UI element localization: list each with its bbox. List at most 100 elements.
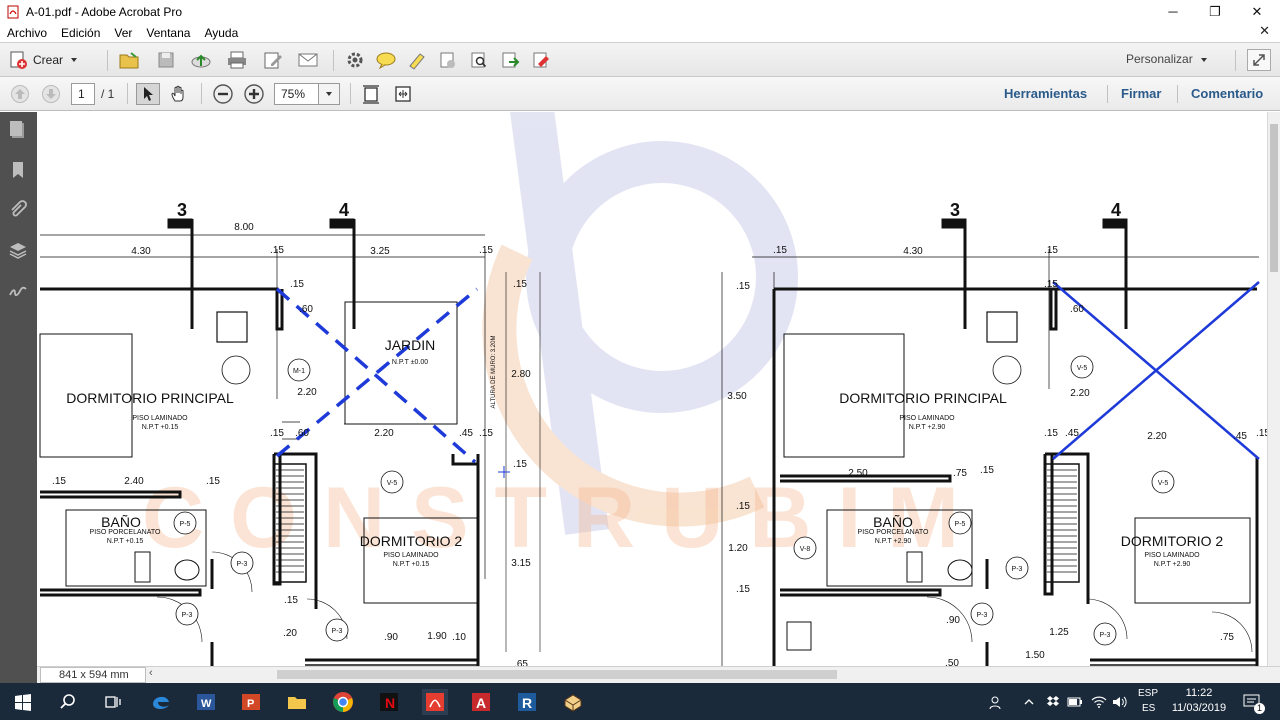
dimension-label: .15 xyxy=(479,428,493,439)
room-floor: PISO LAMINADO xyxy=(132,415,188,422)
search-icon[interactable] xyxy=(55,689,81,715)
door-window-tag: P-3 xyxy=(1100,632,1111,639)
acrobat-taskbar-icon[interactable] xyxy=(422,689,448,715)
cloud-upload-icon[interactable] xyxy=(189,49,213,71)
layers-icon[interactable] xyxy=(8,240,28,260)
page-thumbnails-icon[interactable] xyxy=(8,120,28,140)
volume-icon[interactable] xyxy=(1111,683,1129,720)
dimension-label: 2.20 xyxy=(297,387,317,398)
dimension-label: .15 xyxy=(773,245,787,256)
menu-archivo[interactable]: Archivo xyxy=(7,26,47,40)
dimension-label: .15 xyxy=(290,279,304,290)
wifi-icon[interactable] xyxy=(1090,683,1108,720)
export-icon[interactable] xyxy=(498,49,522,71)
menu-ventana[interactable]: Ventana xyxy=(146,26,190,40)
comment-link[interactable]: Comentario xyxy=(1191,86,1263,101)
scroll-left-icon[interactable]: ‹ xyxy=(149,667,153,679)
dimension-label: .15 xyxy=(513,459,527,470)
horizontal-scrollbar-thumb[interactable] xyxy=(277,670,837,679)
search-document-icon[interactable] xyxy=(467,49,491,71)
file-explorer-icon[interactable] xyxy=(284,689,310,715)
room-name: DORMITORIO PRINCIPAL xyxy=(839,390,1007,406)
fullscreen-icon[interactable] xyxy=(391,83,415,105)
notifications-icon[interactable]: 1 xyxy=(1240,683,1266,720)
sketchup-icon[interactable] xyxy=(560,689,586,715)
windows-start-icon[interactable] xyxy=(10,689,36,715)
task-view-icon[interactable] xyxy=(100,689,126,715)
attachments-icon[interactable] xyxy=(8,200,28,220)
comment-icon[interactable] xyxy=(374,49,398,71)
chevron-up-icon[interactable] xyxy=(1020,683,1038,720)
dimension-label: 2.20 xyxy=(1147,431,1167,442)
dimension-label: .75 xyxy=(1220,632,1234,643)
dimension-label: 8.00 xyxy=(234,222,254,233)
vertical-scrollbar[interactable] xyxy=(1267,112,1280,666)
dimension-label: 1.25 xyxy=(1049,627,1069,638)
bookmarks-icon[interactable] xyxy=(8,160,28,180)
autocad-icon[interactable]: A xyxy=(468,689,494,715)
document-viewport[interactable]: CONSTRUBIM 3 4 3 4 8.00 4.30 .15 3.25 .1… xyxy=(37,112,1267,666)
open-icon[interactable] xyxy=(117,49,141,71)
zoom-in-icon[interactable] xyxy=(242,83,266,105)
previous-page-icon[interactable] xyxy=(8,83,32,105)
customize-dropdown[interactable]: Personalizar xyxy=(1126,52,1207,66)
document-close-icon[interactable]: ✕ xyxy=(1259,23,1270,39)
fit-page-icon[interactable] xyxy=(359,83,383,105)
dimension-label: .15 xyxy=(1256,428,1267,439)
select-tool-icon[interactable] xyxy=(136,83,160,105)
dropbox-icon[interactable] xyxy=(1044,683,1062,720)
stamp-icon[interactable] xyxy=(436,49,460,71)
zoom-out-icon[interactable] xyxy=(211,83,235,105)
create-button[interactable]: Crear xyxy=(8,48,78,72)
zoom-dropdown-button[interactable] xyxy=(318,83,340,105)
toolbar-divider xyxy=(350,83,351,104)
sign-link[interactable]: Firmar xyxy=(1121,86,1161,101)
watermark xyxy=(482,112,798,535)
maximize-button[interactable]: ❐ xyxy=(1192,0,1238,23)
signatures-icon[interactable] xyxy=(8,280,28,300)
minimize-button[interactable]: ─ xyxy=(1150,0,1196,23)
axis-marker-4-right xyxy=(1102,218,1128,229)
room-name: BAÑO xyxy=(101,514,141,530)
hand-tool-icon[interactable] xyxy=(167,83,191,105)
axis-marker-4 xyxy=(329,218,355,229)
menu-ayuda[interactable]: Ayuda xyxy=(204,26,238,40)
powerpoint-icon[interactable]: P xyxy=(238,689,264,715)
room-level: N.P.T +0.15 xyxy=(393,561,430,568)
email-icon[interactable] xyxy=(296,49,320,71)
gear-icon[interactable] xyxy=(343,49,367,71)
edge-icon[interactable] xyxy=(148,689,174,715)
sign-icon[interactable] xyxy=(529,49,553,71)
people-icon[interactable] xyxy=(986,683,1008,720)
door-window-tag: P-3 xyxy=(237,561,248,568)
expand-icon[interactable] xyxy=(1247,49,1271,71)
navigation-toolbar: 1 / 1 75% Herramientas Firmar Comentario xyxy=(0,77,1280,111)
save-icon[interactable] xyxy=(154,49,178,71)
page-number-input[interactable]: 1 xyxy=(71,83,95,105)
dimension-label: 1.50 xyxy=(1025,650,1045,661)
word-icon[interactable]: W xyxy=(193,689,219,715)
clock[interactable]: 11:22 11/03/2019 xyxy=(1166,686,1232,716)
close-button[interactable]: ✕ xyxy=(1234,0,1280,23)
dimension-label: 3.25 xyxy=(370,246,390,257)
dimension-label: 1.90 xyxy=(427,631,447,642)
battery-icon[interactable] xyxy=(1066,683,1084,720)
chrome-icon[interactable] xyxy=(330,689,356,715)
print-icon[interactable] xyxy=(225,49,249,71)
link-divider xyxy=(1177,85,1178,103)
highlight-icon[interactable] xyxy=(405,49,429,71)
revit-icon[interactable]: R xyxy=(514,689,540,715)
edit-document-icon[interactable] xyxy=(261,49,285,71)
next-page-icon[interactable] xyxy=(39,83,63,105)
chevron-down-icon xyxy=(1200,57,1207,62)
dimension-label: 3.50 xyxy=(727,391,747,402)
zoom-level-input[interactable]: 75% xyxy=(274,83,319,105)
menu-ver[interactable]: Ver xyxy=(114,26,132,40)
language-indicator[interactable]: ESP ES xyxy=(1138,686,1158,716)
dimension-label: .20 xyxy=(283,628,297,639)
tools-link[interactable]: Herramientas xyxy=(1004,86,1087,101)
scrollbar-thumb[interactable] xyxy=(1270,124,1278,272)
netflix-icon[interactable]: N xyxy=(376,689,402,715)
dimension-label: 2.80 xyxy=(511,369,531,380)
menu-edicion[interactable]: Edición xyxy=(61,26,100,40)
